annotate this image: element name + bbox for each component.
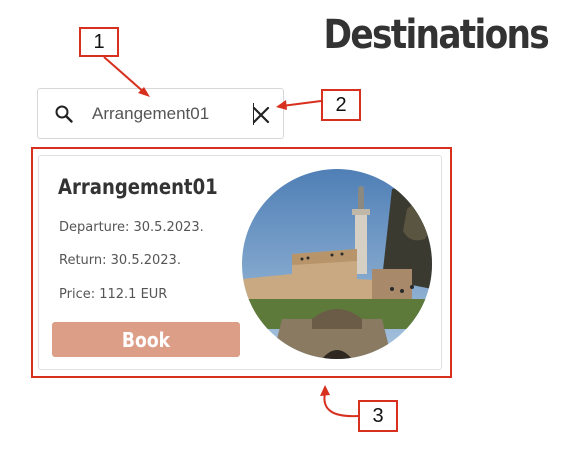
- return-date: Return: 30.5.2023.: [59, 253, 181, 268]
- search-box: [37, 88, 284, 139]
- search-icon: [54, 104, 74, 124]
- search-input[interactable]: [92, 101, 242, 127]
- annotation-label-1: 1: [79, 27, 119, 57]
- departure-date: Departure: 30.5.2023.: [59, 220, 204, 235]
- page-title: Destinations: [323, 12, 549, 58]
- destination-image: [242, 169, 432, 359]
- book-button[interactable]: Book: [52, 322, 240, 357]
- price: Price: 112.1 EUR: [59, 287, 168, 302]
- annotation-label-2: 2: [321, 89, 361, 121]
- annotation-label-3: 3: [358, 400, 398, 432]
- book-button-label: Book: [121, 327, 171, 352]
- destination-card: Arrangement01 Departure: 30.5.2023. Retu…: [38, 155, 442, 370]
- close-icon[interactable]: [252, 106, 270, 124]
- card-title: Arrangement01: [58, 175, 218, 199]
